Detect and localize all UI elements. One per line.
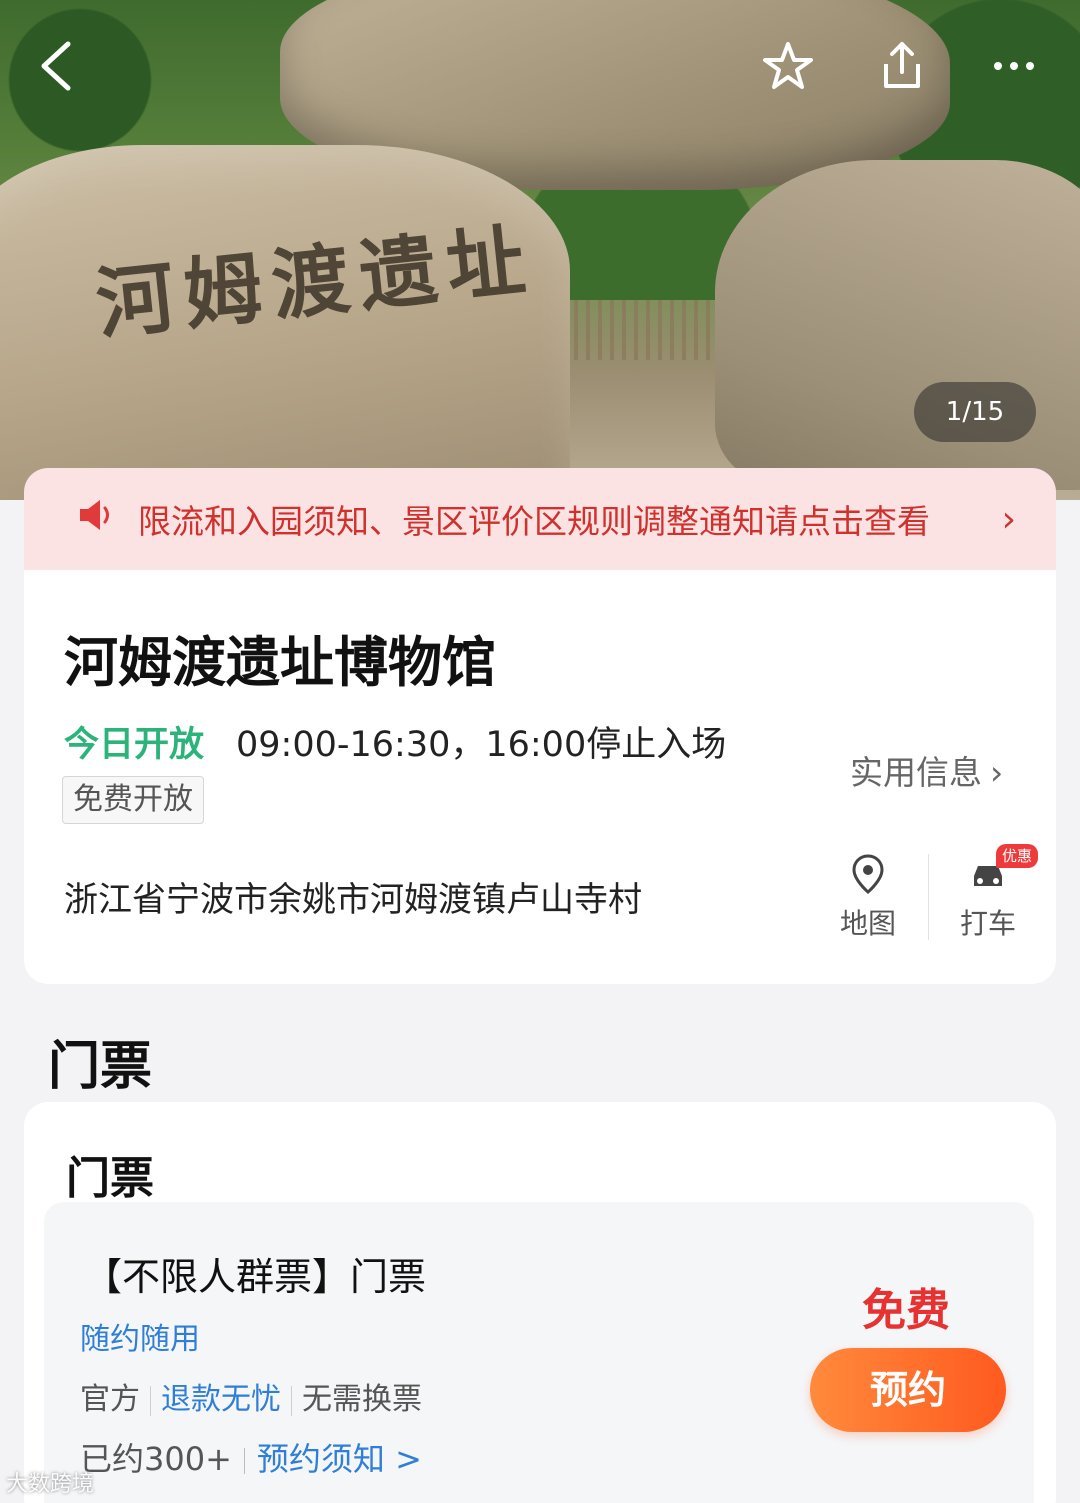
- open-status: 今日开放: [64, 725, 205, 765]
- more-dots-icon: [994, 62, 1034, 70]
- more-button[interactable]: [982, 36, 1046, 100]
- chevron-right-icon: ›: [990, 753, 1004, 792]
- booked-count: 已约300+: [80, 1440, 232, 1478]
- ticket-price: 免费: [862, 1285, 950, 1336]
- tag-official: 官方: [80, 1382, 140, 1417]
- notice-banner[interactable]: 限流和入园须知、景区评价区规则调整通知请点击查看 ›: [24, 468, 1056, 570]
- ticket-item[interactable]: 【不限人群票】门票 随约随用 官方 退款无忧 无需换票 已约300+ 预约须知 > 免…: [44, 1202, 1034, 1503]
- speaker-icon: [76, 497, 138, 542]
- ticket-name: 【不限人群票】门票: [84, 1255, 427, 1299]
- back-button[interactable]: [24, 36, 88, 100]
- fence: [550, 300, 720, 360]
- tag-separator: [150, 1385, 151, 1416]
- practical-info-link[interactable]: 实用信息 ›: [850, 746, 1003, 794]
- attraction-info-card: 河姆渡遗址博物馆 今日开放 09:00-16:30，16:00停止入场 免费开放…: [24, 570, 1056, 984]
- flex-use-tag: 随约随用: [80, 1322, 200, 1357]
- watermark: 大数跨境: [6, 1472, 95, 1497]
- opening-hours: 09:00-16:30，16:00停止入场: [236, 725, 727, 765]
- map-label: 地图: [839, 907, 896, 940]
- star-outline-icon: [763, 42, 813, 89]
- booked-separator: [243, 1448, 245, 1474]
- taxi-button[interactable]: 优惠 打车: [948, 844, 1039, 942]
- notice-text: 限流和入园须知、景区评价区规则调整通知请点击查看: [138, 502, 930, 541]
- booking-info: 已约300+ 预约须知 >: [80, 1434, 422, 1480]
- address[interactable]: 浙江省宁波市余姚市河姆渡镇卢山寺村: [64, 872, 642, 921]
- map-pin-icon: [852, 854, 884, 894]
- practical-info-label: 实用信息: [850, 753, 982, 792]
- chevron-right-icon: ›: [1001, 498, 1016, 540]
- favorite-button[interactable]: [756, 36, 820, 100]
- hero-photo[interactable]: 河姆渡遗址 1/15: [0, 0, 1080, 500]
- share-icon: [884, 42, 920, 88]
- tickets-card-title: 门票: [66, 1153, 154, 1204]
- tag-separator: [291, 1385, 292, 1416]
- car-icon: 优惠: [968, 844, 1039, 894]
- divider: [928, 854, 929, 940]
- tickets-section-title: 门票: [48, 1037, 153, 1097]
- free-admission-badge: 免费开放: [62, 776, 204, 824]
- right-stone: [715, 160, 1080, 490]
- share-button[interactable]: [870, 36, 934, 100]
- chevron-left-icon: [41, 41, 71, 91]
- tag-no-exchange: 无需换票: [302, 1382, 422, 1417]
- tag-refund: 退款无忧: [161, 1382, 281, 1417]
- map-button[interactable]: 地图: [828, 854, 908, 942]
- taxi-label: 打车: [959, 907, 1016, 940]
- booking-notice-link[interactable]: 预约须知 >: [257, 1440, 422, 1478]
- attraction-title: 河姆渡遗址博物馆: [64, 631, 496, 694]
- book-button[interactable]: 预约: [810, 1348, 1006, 1432]
- discount-tag: 优惠: [996, 844, 1039, 868]
- ticket-tags: 官方 退款无忧 无需换票: [80, 1374, 422, 1418]
- tickets-card: 门票 【不限人群票】门票 随约随用 官方 退款无忧 无需换票 已约300+ 预约须知 …: [24, 1102, 1056, 1503]
- photo-counter: 1/15: [914, 382, 1036, 442]
